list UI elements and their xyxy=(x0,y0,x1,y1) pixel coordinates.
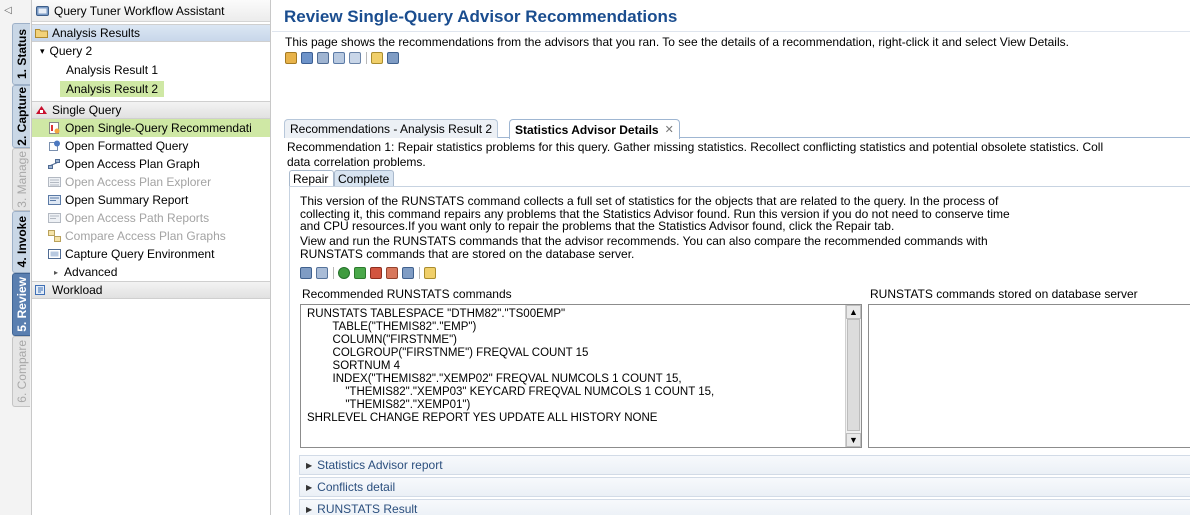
compare-graphs-icon xyxy=(48,230,61,242)
tuner-icon xyxy=(36,5,49,16)
run-all-icon[interactable] xyxy=(354,267,366,279)
recommended-commands-textarea[interactable]: RUNSTATS TABLESPACE "DTHM82"."TS00EMP" T… xyxy=(300,304,862,448)
view-details-icon[interactable] xyxy=(301,52,313,64)
formatted-query-icon xyxy=(49,140,60,151)
navigator-title-bar: Query Tuner Workflow Assistant xyxy=(32,0,270,22)
run-icon[interactable] xyxy=(338,267,350,279)
scroll-thumb[interactable] xyxy=(847,319,860,431)
close-tab-icon[interactable]: ✕ xyxy=(665,123,674,136)
open-formatted-query-item[interactable]: Open Formatted Query xyxy=(32,137,270,155)
access-path-reports-icon xyxy=(48,213,61,223)
save-icon[interactable] xyxy=(387,52,399,64)
scroll-up-icon[interactable]: ▲ xyxy=(846,305,861,319)
access-plan-explorer-icon xyxy=(48,177,61,187)
recommendation-icon xyxy=(49,122,60,134)
open-access-plan-graph-item[interactable]: Open Access Plan Graph xyxy=(32,155,270,173)
report-icon[interactable] xyxy=(333,52,345,64)
workflow-navigator: Query Tuner Workflow Assistant Analysis … xyxy=(32,0,271,515)
stored-commands-label: RUNSTATS commands stored on database ser… xyxy=(870,287,1138,301)
analysis-results-header[interactable]: Analysis Results xyxy=(32,24,270,42)
vtab-invoke[interactable]: 4. Invoke xyxy=(12,211,30,273)
expand-arrow-icon: ▶ xyxy=(306,460,313,470)
summary-report-icon xyxy=(48,195,61,205)
copy-icon[interactable] xyxy=(424,267,436,279)
collapse-arrow-icon[interactable]: ◁ xyxy=(2,5,14,17)
view-run-description: View and run the RUNSTATS commands that … xyxy=(300,234,988,261)
export-icon[interactable] xyxy=(349,52,361,64)
tab-recommendations[interactable]: Recommendations - Analysis Result 2 xyxy=(284,119,499,138)
workflow-tab-strip: ◁ 1. Status 2. Capture 3. Manage 4. Invo… xyxy=(0,0,32,515)
scroll-down-icon[interactable]: ▼ xyxy=(846,433,861,447)
toolbar-separator xyxy=(419,267,420,279)
recommendations-toolbar xyxy=(285,52,403,64)
statistics-advisor-report-section[interactable]: ▶ Statistics Advisor report xyxy=(299,455,1190,475)
analysis-result-2-node[interactable]: Analysis Result 2 xyxy=(32,79,270,98)
tab-repair[interactable]: Repair xyxy=(289,170,334,187)
navigator-title: Query Tuner Workflow Assistant xyxy=(54,3,225,18)
complete-tab-panel: This version of the RUNSTATS command col… xyxy=(289,186,1190,515)
expand-collapse-icon[interactable]: ▾ xyxy=(40,46,45,57)
vtab-status[interactable]: 1. Status xyxy=(12,23,30,85)
title-separator xyxy=(272,31,1190,32)
workload-header[interactable]: Workload xyxy=(32,281,270,299)
capture-environment-icon xyxy=(48,249,61,259)
access-plan-graph-icon xyxy=(48,159,60,169)
capture-query-environment-item[interactable]: Capture Query Environment xyxy=(32,245,270,263)
tab-complete[interactable]: Complete xyxy=(334,170,394,187)
vtab-manage[interactable]: 3. Manage xyxy=(12,148,30,211)
recommendation-text: Recommendation 1: Repair statistics prob… xyxy=(287,140,1104,169)
expand-arrow-icon: ▶ xyxy=(306,504,313,514)
advanced-node[interactable]: ▸ Advanced xyxy=(32,263,270,281)
open-access-path-reports-item[interactable]: Open Access Path Reports xyxy=(32,209,270,227)
expand-arrow-icon: ▶ xyxy=(306,482,313,492)
toolbar-separator xyxy=(366,52,367,64)
db2-query-icon xyxy=(36,106,47,114)
page-title: Review Single-Query Advisor Recommendati… xyxy=(284,7,678,26)
runstats-toolbar xyxy=(300,267,440,279)
run-advisor-icon[interactable] xyxy=(285,52,297,64)
compare-access-plan-graphs-item[interactable]: Compare Access Plan Graphs xyxy=(32,227,270,245)
save-commands-icon[interactable] xyxy=(402,267,414,279)
analysis-result-1-node[interactable]: Analysis Result 1 xyxy=(32,60,270,79)
open-summary-report-item[interactable]: Open Summary Report xyxy=(32,191,270,209)
vtab-compare[interactable]: 6. Compare xyxy=(12,336,30,407)
open-access-plan-explorer-item[interactable]: Open Access Plan Explorer xyxy=(32,173,270,191)
vtab-capture[interactable]: 2. Capture xyxy=(12,85,30,148)
workload-icon xyxy=(35,285,45,295)
stop-icon[interactable] xyxy=(370,267,382,279)
runstats-result-section[interactable]: ▶ RUNSTATS Result xyxy=(299,499,1190,515)
vertical-scrollbar[interactable]: ▲ ▼ xyxy=(845,305,861,447)
show-graph-icon[interactable] xyxy=(317,52,329,64)
query-2-node[interactable]: ▾ Query 2 xyxy=(32,42,270,60)
expand-arrow-icon[interactable]: ▸ xyxy=(54,268,58,277)
page-description: This page shows the recommendations from… xyxy=(285,35,1069,49)
open-recommendations-item[interactable]: Open Single-Query Recommendati xyxy=(32,119,270,137)
complete-description: This version of the RUNSTATS command col… xyxy=(300,194,1010,233)
stored-commands-textarea[interactable] xyxy=(868,304,1190,448)
single-query-header[interactable]: Single Query xyxy=(32,101,270,119)
main-editor-area: Review Single-Query Advisor Recommendati… xyxy=(272,0,1190,515)
folder-icon xyxy=(35,29,48,38)
compare-icon[interactable] xyxy=(371,52,383,64)
tab-statistics-advisor-details[interactable]: Statistics Advisor Details ✕ xyxy=(509,119,680,139)
toolbar-separator xyxy=(333,267,334,279)
conflicts-detail-section[interactable]: ▶ Conflicts detail xyxy=(299,477,1190,497)
unformat-icon[interactable] xyxy=(316,267,328,279)
recommended-commands-label: Recommended RUNSTATS commands xyxy=(302,287,512,301)
compare-stored-icon[interactable] xyxy=(386,267,398,279)
analysis-result-2-label: Analysis Result 2 xyxy=(60,80,165,97)
editor-tab-bar: Recommendations - Analysis Result 2 Stat… xyxy=(284,119,1190,139)
vtab-review[interactable]: 5. Review xyxy=(12,273,30,336)
format-icon[interactable] xyxy=(300,267,312,279)
